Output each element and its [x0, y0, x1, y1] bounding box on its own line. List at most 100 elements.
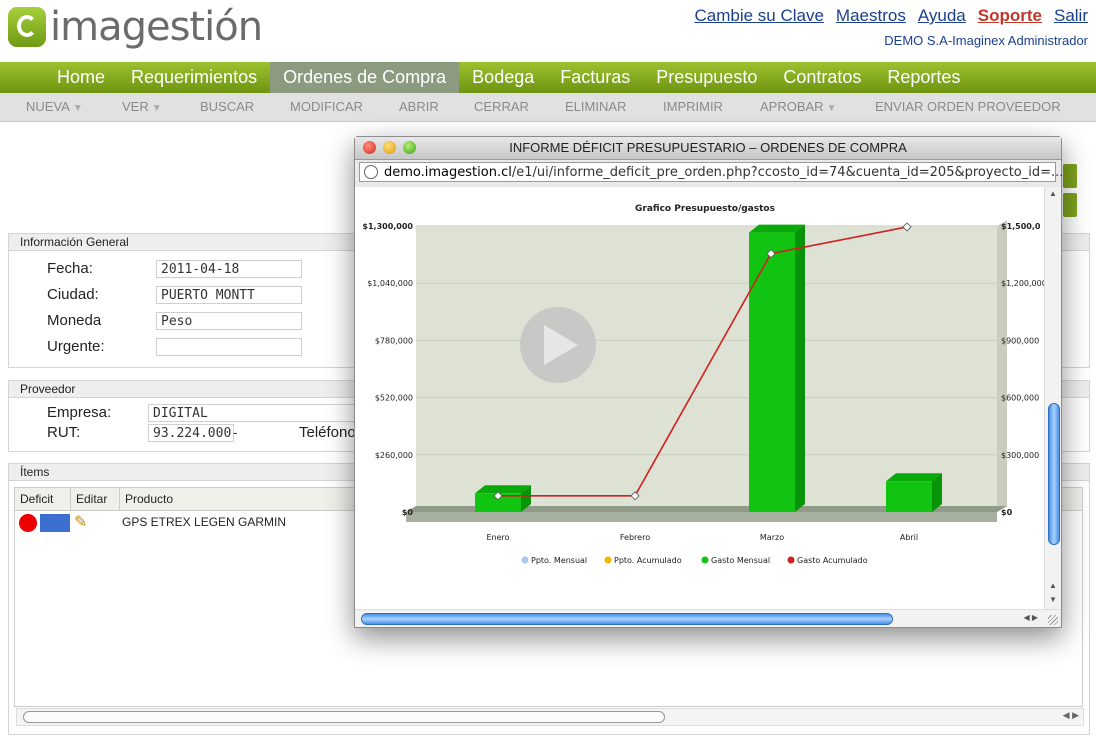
scroll-up-arrow-icon[interactable]: ▲: [1049, 189, 1057, 198]
y-left-tick-label: $260,000: [375, 451, 413, 460]
enviar-orden-proveedor-button[interactable]: ENVIAR ORDEN PROVEEDOR: [875, 93, 1061, 121]
nav-contratos[interactable]: Contratos: [770, 62, 874, 93]
url-bar[interactable]: demo.imagestion.cl/e1/ui/informe_deficit…: [359, 162, 1063, 182]
nav-requerimientos[interactable]: Requerimientos: [118, 62, 270, 93]
moneda-label: Moneda: [47, 312, 102, 329]
cerrar-button[interactable]: CERRAR: [474, 93, 529, 121]
scrollbar-thumb[interactable]: [361, 613, 893, 625]
column-header-producto[interactable]: Producto: [120, 488, 350, 510]
maestros-link[interactable]: Maestros: [836, 6, 906, 26]
y-left-tick-label: $1,040,000: [367, 279, 413, 288]
bar-gasto-mensual[interactable]: [886, 481, 932, 512]
nav-facturas[interactable]: Facturas: [547, 62, 643, 93]
telefono-label: Teléfono: [299, 424, 356, 441]
column-header-deficit[interactable]: Deficit: [15, 488, 71, 510]
legend-label: Ppto. Mensual: [531, 556, 587, 565]
legend-label: Gasto Acumulado: [797, 556, 868, 565]
urgente-field[interactable]: [156, 338, 302, 356]
popup-horizontal-scrollbar[interactable]: ◀ ▶: [355, 609, 1060, 627]
window-titlebar[interactable]: INFORME DÉFICIT PRESUPUESTARIO – ORDENES…: [355, 137, 1061, 160]
column-header-editar[interactable]: Editar: [71, 488, 120, 510]
budget-status-icon: [40, 514, 70, 532]
y-right-tick-label: $300,000: [1001, 451, 1039, 460]
nav-ordenes-de-compra[interactable]: Ordenes de Compra: [270, 62, 460, 93]
empresa-field[interactable]: DIGITAL: [148, 404, 358, 422]
chevron-down-icon: ▼: [151, 103, 162, 114]
bar-gasto-mensual[interactable]: [749, 232, 795, 512]
x-tick-label: Marzo: [760, 533, 784, 542]
legend-marker: [701, 556, 709, 564]
y-left-tick-label: $520,000: [375, 394, 413, 403]
abrir-button[interactable]: ABRIR: [399, 93, 439, 121]
scrollbar-thumb[interactable]: [1048, 403, 1060, 545]
deficit-report-window: INFORME DÉFICIT PRESUPUESTARIO – ORDENES…: [354, 136, 1063, 628]
empresa-label: Empresa:: [47, 404, 112, 421]
edit-pencil-icon[interactable]: ✎: [74, 512, 87, 532]
change-password-link[interactable]: Cambie su Clave: [694, 6, 823, 26]
company-user-label: DEMO S.A-Imaginex Administrador: [884, 33, 1088, 48]
nav-bodega[interactable]: Bodega: [459, 62, 547, 93]
soporte-link[interactable]: Soporte: [978, 6, 1042, 26]
scroll-arrows-icon[interactable]: ◀ ▶: [1063, 710, 1079, 721]
aprobar-label: APROBAR: [760, 99, 824, 114]
side-action-button[interactable]: [1063, 164, 1077, 188]
nav-reportes[interactable]: Reportes: [874, 62, 973, 93]
ayuda-link[interactable]: Ayuda: [918, 6, 966, 26]
urgente-label: Urgente:: [47, 338, 105, 355]
nueva-label: NUEVA: [26, 99, 70, 114]
zoom-window-button[interactable]: [403, 141, 416, 154]
salir-link[interactable]: Salir: [1054, 6, 1088, 26]
close-window-button[interactable]: [363, 141, 376, 154]
legend-label: Gasto Mensual: [711, 556, 770, 565]
y-left-tick-label: $1,300,000: [362, 222, 413, 231]
nav-presupuesto[interactable]: Presupuesto: [643, 62, 770, 93]
legend-marker: [604, 556, 612, 564]
scroll-up-arrow-icon[interactable]: ▲: [1049, 581, 1057, 590]
window-title: INFORME DÉFICIT PRESUPUESTARIO – ORDENES…: [509, 140, 907, 155]
scroll-down-arrow-icon[interactable]: ▼: [1049, 595, 1057, 604]
ciudad-field[interactable]: PUERTO MONTT: [156, 286, 302, 304]
eliminar-button[interactable]: ELIMINAR: [565, 93, 626, 121]
imagestion-logo[interactable]: imagestión: [8, 4, 263, 50]
aprobar-menu[interactable]: APROBAR ▼: [760, 93, 836, 123]
fecha-field[interactable]: 2011-04-18: [156, 260, 302, 278]
modificar-button[interactable]: MODIFICAR: [290, 93, 363, 121]
url-text: demo.imagestion.cl/e1/ui/informe_deficit…: [384, 163, 1063, 183]
legend-label: Ppto. Acumulado: [614, 556, 682, 565]
deficit-status-icon: [19, 514, 37, 532]
y-right-tick-label: $900,000: [1001, 336, 1039, 345]
chart-area: Grafico Presupuesto/gastos $0 $260,000 $52…: [355, 187, 1044, 609]
legend-marker: [787, 556, 795, 564]
resize-grip-icon[interactable]: [1048, 615, 1058, 625]
scroll-arrows-icon[interactable]: ◀ ▶: [1023, 613, 1038, 622]
top-links: Cambie su Clave Maestros Ayuda Soporte S…: [694, 6, 1088, 26]
rut-field[interactable]: 93.224.000-: [148, 424, 239, 442]
globe-icon: [364, 165, 378, 179]
scrollbar-thumb[interactable]: [23, 711, 665, 723]
y-right-tick-label: $1,500,0: [1001, 222, 1041, 231]
minimize-window-button[interactable]: [383, 141, 396, 154]
moneda-field[interactable]: Peso: [156, 312, 302, 330]
rut-label: RUT:: [47, 424, 81, 441]
fecha-label: Fecha:: [47, 260, 93, 277]
side-action-button[interactable]: [1063, 193, 1077, 217]
ver-menu[interactable]: VER ▼: [122, 93, 162, 123]
legend-marker: [521, 556, 529, 564]
logo-icon: [8, 7, 46, 47]
x-tick-label: Febrero: [620, 533, 650, 542]
y-right-tick-label: $1,200,000: [1001, 279, 1044, 288]
nav-home[interactable]: Home: [44, 62, 118, 93]
y-left-tick-label: $0: [402, 508, 414, 517]
items-horizontal-scrollbar[interactable]: ◀ ▶: [16, 708, 1084, 726]
popup-vertical-scrollbar[interactable]: ▲ ▲ ▼: [1044, 187, 1061, 609]
plot-side-wall: [997, 220, 1007, 512]
ver-label: VER: [122, 99, 149, 114]
nueva-menu[interactable]: NUEVA ▼: [26, 93, 83, 123]
y-right-tick-label: $0: [1001, 508, 1013, 517]
buscar-button[interactable]: BUSCAR: [200, 93, 254, 121]
url-path: /e1/ui/informe_deficit_pre_orden.php?cco…: [511, 165, 1064, 180]
imprimir-button[interactable]: IMPRIMIR: [663, 93, 723, 121]
plot-floor-front: [406, 512, 997, 522]
video-play-overlay[interactable]: [520, 307, 596, 383]
y-right-tick-label: $600,000: [1001, 394, 1039, 403]
